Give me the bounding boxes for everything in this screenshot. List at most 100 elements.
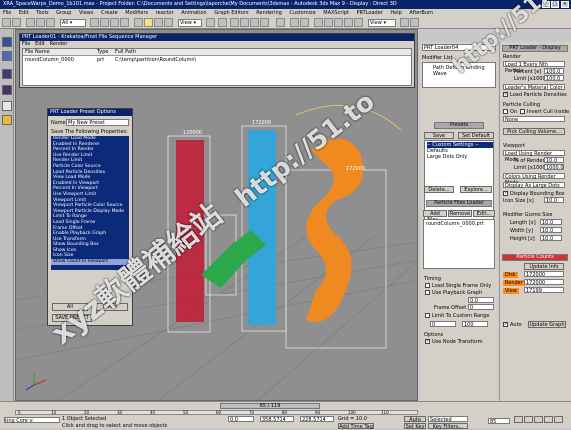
preset-set-default-button[interactable]: Set Default [458,132,494,139]
limit-field[interactable]: 100.0 [544,75,564,82]
table-row[interactable]: roundColumn_0000 prt C:\temp\partition\R… [23,57,411,64]
menu-afterburn[interactable]: AfterBurn [406,9,436,17]
pivot-center-icon[interactable] [206,18,215,27]
viewport-limit-field[interactable]: 1000.0 [544,164,564,171]
edit-files-button[interactable]: Edit... [473,210,495,217]
time-slider[interactable]: 85 / 119 [220,403,320,409]
auto-update-checkbox[interactable]: Auto [503,321,522,328]
update-graph-button[interactable]: Update Graph [528,321,566,328]
timing-rollout-header[interactable]: Timing [424,276,441,282]
viewport-mode-dropdown[interactable]: Load Using Render Mode [503,150,565,163]
menu-maxscript[interactable]: MAXScript [320,9,352,17]
y-coordinate-field[interactable]: 358.5714 [260,416,294,423]
redo-icon[interactable] [12,18,21,27]
render-last-icon[interactable] [410,18,419,27]
named-selection-icon[interactable] [276,18,285,27]
render-panel-title[interactable]: PRT Loader - Display [502,45,568,52]
load-single-frame-checkbox[interactable]: Load Single Frame Only [425,283,491,289]
select-object-icon[interactable] [90,18,99,27]
snap-toggle-icon[interactable] [230,18,239,27]
maximize-button[interactable]: □ [551,1,559,8]
pick-culling-button[interactable]: Pick Culling Volume... [503,128,565,135]
length-field[interactable]: 10.0 [540,219,562,226]
color-source-dropdown[interactable]: Loader's Material Color [503,84,565,91]
align-icon[interactable] [300,18,309,27]
link-icon[interactable] [26,18,35,27]
set-key-button[interactable]: Set Key [404,423,426,430]
select-all-button[interactable]: All [52,303,88,311]
culling-mode-dropdown[interactable]: None [503,116,565,123]
orbit-icon[interactable] [544,416,553,423]
fm-menu-edit[interactable]: Edit [35,41,45,47]
layer-manager-icon[interactable] [314,18,323,27]
fm-menu-file[interactable]: File [22,41,30,47]
col-file-name[interactable]: File Name [25,49,50,55]
pan-icon[interactable] [534,416,543,423]
key-mode-dropdown[interactable]: Selected [428,416,468,423]
create-tab-icon[interactable] [2,37,12,47]
stack-item-wave[interactable]: Wave [433,71,447,77]
display-mode-dropdown[interactable]: Display As Large Dots [503,182,565,189]
update-info-button[interactable]: Update Info [524,263,564,270]
use-playback-graph-checkbox[interactable]: Use Playback Graph [425,290,482,296]
object-name-field[interactable]: PRT Loader04 [422,44,496,51]
file-list-item[interactable]: roundColumn_0000.prt [426,221,484,227]
z-coordinate-field[interactable]: 228.5714 [300,416,334,423]
scale-icon[interactable] [164,18,173,27]
zoom-icon[interactable] [514,416,523,423]
motion-tab-icon[interactable] [2,85,12,95]
preset-item-large-dots[interactable]: Large Dots Only [427,154,467,160]
undo-icon[interactable] [2,18,11,27]
range-end-field[interactable]: 100 [462,321,488,328]
range-start-field[interactable]: 0 [430,321,456,328]
mirror-icon[interactable] [290,18,299,27]
viewport-color-dropdown[interactable]: Colors Using Render Mode [503,173,565,186]
curve-editor-icon[interactable] [324,18,333,27]
spinner-snap-icon[interactable] [260,18,269,27]
menu-graph-editors[interactable]: Graph Editors [211,9,251,17]
file-loader-rollout-header[interactable]: Particle Files Loader [426,200,492,207]
rotate-icon[interactable] [154,18,163,27]
track-bar[interactable]: 0 10 20 30 40 50 60 70 80 90 100 110 [15,410,418,415]
icon-size-field[interactable]: 10.0 [544,197,564,204]
particle-counts-header[interactable]: Particle Counts [502,254,568,261]
maximize-viewport-icon[interactable] [554,416,563,423]
region-select-icon[interactable] [110,18,119,27]
preset-delete-button[interactable]: Delete... [424,186,454,193]
auto-key-button[interactable]: Auto Key [404,416,426,429]
render-type-dropdown[interactable]: View ▾ [368,19,396,27]
properties-list[interactable]: Render Load Mode Enabled In Renderer Perce… [51,136,129,270]
angle-snap-icon[interactable] [240,18,249,27]
reference-coordinate-dropdown[interactable]: View ▾ [178,19,202,27]
property-list-item[interactable]: Viewport Particle Color Source [51,203,129,209]
schematic-view-icon[interactable] [334,18,343,27]
menu-animation[interactable]: Animation [178,9,210,17]
menu-edit[interactable]: Edit [16,9,32,17]
playback-graph-field[interactable]: 0.0 [468,297,494,304]
render-mode-dropdown[interactable]: Load 1 Every Nth Particle [503,61,565,74]
material-editor-icon[interactable] [344,18,353,27]
modifier-list-label[interactable]: Modifier List [422,55,453,61]
remove-file-button[interactable]: Remove [448,210,472,217]
manipulate-icon[interactable] [218,18,227,27]
menu-help[interactable]: Help [387,9,404,17]
percent-field[interactable]: 100.0 [544,68,564,75]
property-list-item[interactable]: Show Count In Viewport [51,259,129,265]
invert-culling-checkbox[interactable]: Invert Cull Inside [520,109,569,115]
modify-tab-icon[interactable] [2,51,12,61]
close-button[interactable]: × [561,1,569,8]
presets-rollout-header[interactable]: Presets [434,122,484,129]
window-crossing-icon[interactable] [120,18,129,27]
key-filters-button[interactable]: Key Filters... [428,423,468,430]
utilities-tab-icon[interactable] [2,115,12,125]
menu-reactor[interactable]: reactor [153,9,177,17]
add-files-button[interactable]: Add Files... [423,210,447,223]
preset-explore-button[interactable]: Explore... [460,186,492,193]
hierarchy-tab-icon[interactable] [2,69,12,79]
preset-save-button[interactable]: Save [424,132,454,139]
width-field[interactable]: 10.0 [540,227,562,234]
height-field[interactable]: 10.0 [540,235,562,242]
menu-create[interactable]: Create [98,9,121,17]
limit-to-range-checkbox[interactable]: Limit To Custom Range [425,313,489,319]
col-full-path[interactable]: Full Path [115,49,136,55]
